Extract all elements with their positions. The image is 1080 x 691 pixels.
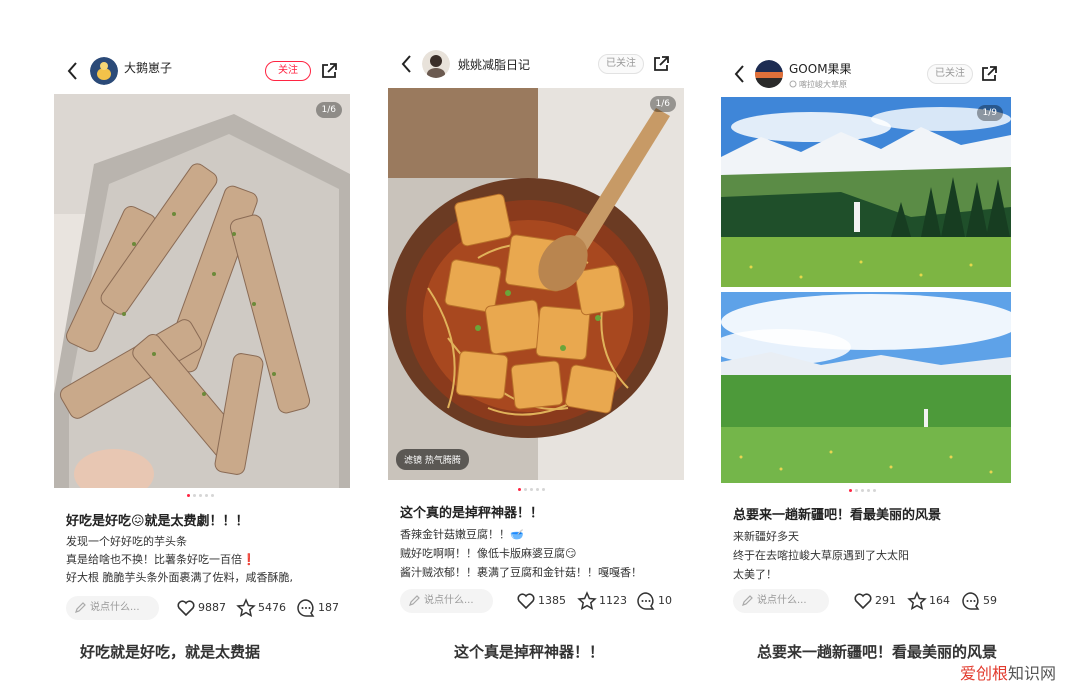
pencil-icon: [742, 595, 753, 606]
note-title: 好吃是好吃😖就是太费劇！！！: [66, 514, 249, 529]
note-body-line: 真是给啥也不换！比薯条好吃一百倍❗: [66, 553, 256, 566]
carousel-dots: [187, 494, 214, 500]
comment-icon: [297, 599, 315, 617]
note-photo[interactable]: 1/6: [54, 94, 350, 488]
avatar[interactable]: [755, 60, 783, 88]
note-photo[interactable]: 1/6 滤镜 热气腾腾: [388, 88, 684, 480]
share-icon[interactable]: [980, 65, 998, 83]
comment-count: 187: [318, 601, 339, 614]
filter-tag[interactable]: 滤镜 热气腾腾: [396, 449, 469, 470]
follow-button[interactable]: 已关注: [598, 54, 644, 74]
heart-icon: [177, 600, 195, 617]
note-header: 大鹅崽子 关注: [54, 52, 350, 92]
pencil-icon: [75, 602, 86, 613]
share-icon[interactable]: [652, 55, 670, 73]
author-name[interactable]: 姚姚减脂日记: [458, 56, 530, 73]
note-card-1: 大鹅崽子 关注 1/6 好吃是好吃😖就是太费劇！！！ 发现一个好好吃的芋头条 真…: [54, 0, 350, 691]
image-counter: 1/6: [649, 96, 676, 112]
comment-button[interactable]: 10: [636, 591, 682, 611]
note-header: GOOM果果 喀拉峻大草原 已关注: [721, 55, 1011, 95]
watermark-brand: 爱创根: [959, 664, 1008, 683]
image-counter: 1/6: [315, 102, 342, 118]
image-counter: 1/9: [976, 105, 1003, 121]
like-button[interactable]: 9887: [176, 598, 232, 618]
carousel-dots: [518, 488, 545, 494]
note-body-line: 香辣金针菇嫩豆腐！！🥣: [400, 528, 524, 541]
author-name[interactable]: 大鹅崽子: [124, 59, 172, 76]
note-title: 总要来一趟新疆吧！看最美丽的风景: [733, 508, 942, 523]
action-bar: 说点什么... 9887 5476 187: [66, 596, 350, 622]
action-bar: 说点什么... 291 164 59: [733, 589, 1011, 615]
note-body-line: 来新疆好多天: [733, 530, 799, 543]
note-body-line: 好大根 脆脆芋头条外面裹满了佐料，咸香酥脆,: [66, 571, 293, 584]
collect-count: 1123: [599, 594, 627, 607]
action-bar: 说点什么... 1385 1123 10: [400, 589, 684, 615]
avatar[interactable]: [422, 50, 450, 78]
heart-icon: [517, 593, 535, 610]
like-count: 9887: [198, 601, 226, 614]
like-count: 1385: [538, 594, 566, 607]
note-card-2: 姚姚减脂日记 已关注 1/6 滤镜 热气腾腾 这个真的是掉秤神器！！ 香辣金针菇…: [388, 0, 684, 691]
note-body-line: 发现一个好好吃的芋头条: [66, 535, 187, 548]
author-name[interactable]: GOOM果果: [789, 60, 852, 77]
star-icon: [236, 598, 256, 617]
note-body-line: 酱汁贼浓郁！！裹满了豆腐和金针菇！！嘎嘎香！: [400, 566, 642, 579]
back-icon[interactable]: [66, 60, 80, 82]
star-icon: [577, 591, 597, 610]
collect-button[interactable]: 5476: [236, 598, 292, 618]
comment-count: 10: [658, 594, 672, 607]
site-watermark: 爱创根知识网: [960, 660, 1056, 684]
note-photo[interactable]: 1/9: [721, 97, 1011, 483]
collect-count: 164: [929, 594, 950, 607]
image-caption: 总要来一趟新疆吧！看最美丽的风景: [757, 643, 998, 661]
like-button[interactable]: 1385: [516, 591, 572, 611]
comment-button[interactable]: 59: [961, 591, 1007, 611]
watermark-suffix: 知识网: [1007, 664, 1056, 683]
note-title: 这个真的是掉秤神器！！: [400, 506, 544, 521]
note-card-3: GOOM果果 喀拉峻大草原 已关注 1/9 总要来一趟新疆吧！看最美丽的风景 来…: [721, 0, 1011, 691]
image-caption: 这个真是掉秤神器！！: [454, 643, 605, 661]
note-header: 姚姚减脂日记 已关注: [388, 45, 684, 85]
follow-button[interactable]: 关注: [265, 61, 311, 81]
like-button[interactable]: 291: [853, 591, 901, 611]
like-count: 291: [875, 594, 896, 607]
pencil-icon: [409, 595, 420, 606]
collect-button[interactable]: 164: [907, 591, 955, 611]
comment-icon: [962, 592, 980, 610]
back-icon[interactable]: [400, 53, 414, 75]
carousel-dots: [849, 489, 876, 495]
image-caption: 好吃就是好吃，就是太费据: [80, 643, 261, 661]
location-pin-icon: [789, 80, 797, 88]
avatar[interactable]: [90, 57, 118, 85]
comment-icon: [637, 592, 655, 610]
note-body-line: 终于在去喀拉峻大草原遇到了大太阳: [733, 549, 909, 562]
collect-count: 5476: [258, 601, 286, 614]
collect-button[interactable]: 1123: [577, 591, 633, 611]
note-body-line: 太美了！: [733, 568, 777, 581]
back-icon[interactable]: [733, 63, 747, 85]
share-icon[interactable]: [320, 62, 338, 80]
comment-count: 59: [983, 594, 997, 607]
location-tag[interactable]: 喀拉峻大草原: [799, 79, 847, 90]
comment-button[interactable]: 187: [296, 598, 348, 618]
note-body-line: 贼好吃啊啊！！像低卡版麻婆豆腐😏: [400, 547, 577, 560]
heart-icon: [854, 593, 872, 610]
follow-button[interactable]: 已关注: [927, 64, 973, 84]
star-icon: [907, 591, 927, 610]
